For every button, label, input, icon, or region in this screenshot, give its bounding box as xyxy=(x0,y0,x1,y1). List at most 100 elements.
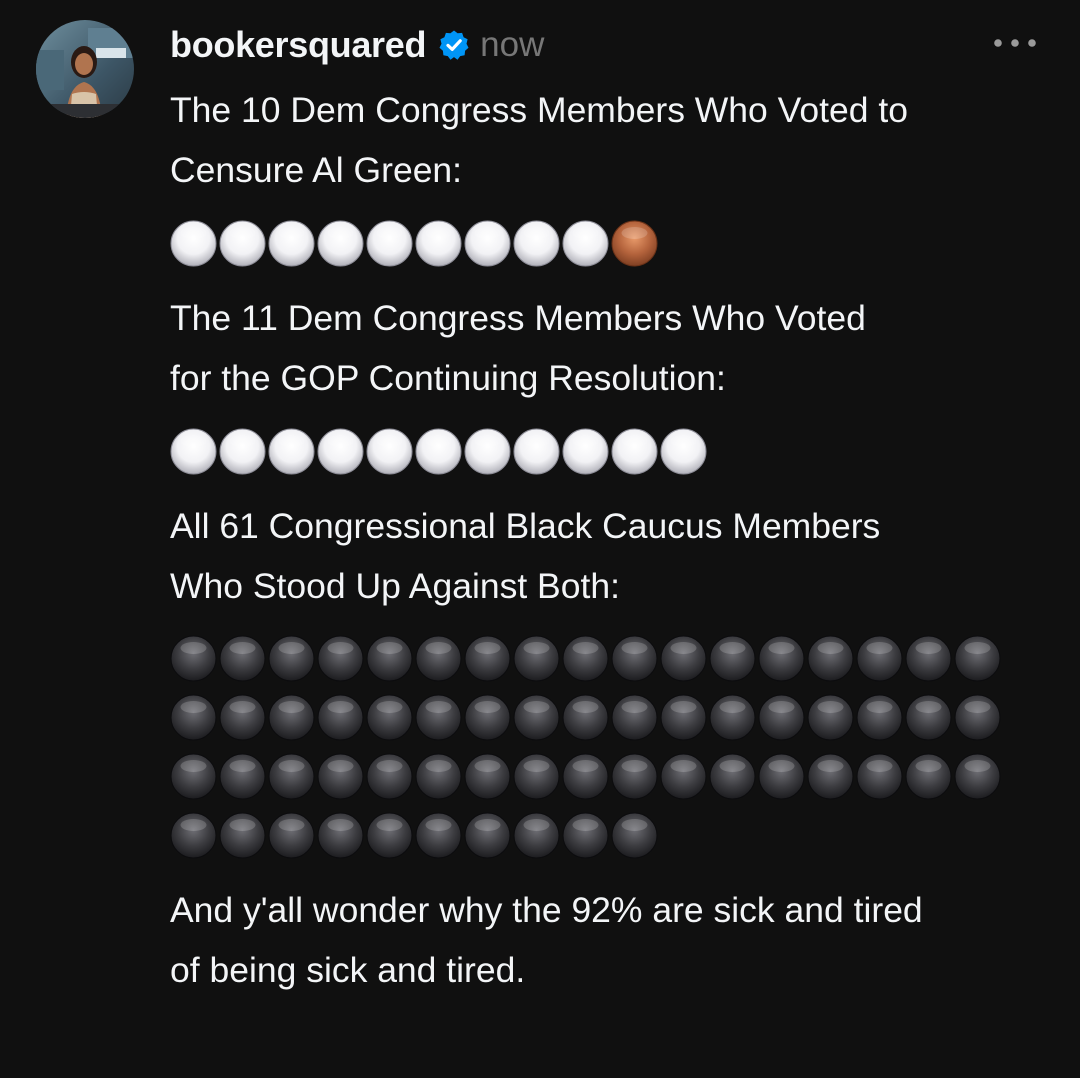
black-circle-emoji xyxy=(219,753,266,800)
white-circle-emoji xyxy=(219,428,266,475)
white-circle-emoji xyxy=(268,220,315,267)
emoji-grid-cbc xyxy=(170,634,1050,860)
black-circle-emoji xyxy=(611,753,658,800)
black-circle-emoji xyxy=(611,635,658,682)
black-circle-emoji xyxy=(366,694,413,741)
black-circle-emoji xyxy=(170,812,217,859)
black-circle-emoji xyxy=(660,753,707,800)
black-circle-emoji xyxy=(562,753,609,800)
black-circle-emoji xyxy=(905,753,952,800)
post-text-paragraph-3: All 61 Congressional Black Caucus Member… xyxy=(170,506,881,606)
black-circle-emoji xyxy=(758,753,805,800)
black-circle-emoji xyxy=(758,635,805,682)
emoji-row-censure xyxy=(170,219,1050,268)
black-circle-emoji xyxy=(513,694,560,741)
black-circle-emoji xyxy=(709,694,756,741)
emoji-row-cbc xyxy=(170,811,1050,860)
white-circle-emoji xyxy=(660,428,707,475)
white-circle-emoji xyxy=(464,220,511,267)
white-circle-emoji xyxy=(415,428,462,475)
white-circle-emoji xyxy=(562,428,609,475)
black-circle-emoji xyxy=(366,635,413,682)
post-header: bookersquared now xyxy=(170,18,544,72)
black-circle-emoji xyxy=(317,753,364,800)
black-circle-emoji xyxy=(170,694,217,741)
white-circle-emoji xyxy=(562,220,609,267)
black-circle-emoji xyxy=(660,694,707,741)
emoji-row-cbc xyxy=(170,634,1050,683)
black-circle-emoji xyxy=(807,753,854,800)
black-circle-emoji xyxy=(170,753,217,800)
white-circle-emoji xyxy=(170,428,217,475)
black-circle-emoji xyxy=(562,694,609,741)
black-circle-emoji xyxy=(513,635,560,682)
post-text-paragraph-1: The 10 Dem Congress Members Who Voted to… xyxy=(170,90,908,190)
author-avatar[interactable] xyxy=(36,20,134,118)
black-circle-emoji xyxy=(366,753,413,800)
black-circle-emoji xyxy=(464,753,511,800)
white-circle-emoji xyxy=(317,220,364,267)
black-circle-emoji xyxy=(954,635,1001,682)
white-circle-emoji xyxy=(513,428,560,475)
black-circle-emoji xyxy=(415,694,462,741)
black-circle-emoji xyxy=(268,635,315,682)
black-circle-emoji xyxy=(807,694,854,741)
black-circle-emoji xyxy=(219,635,266,682)
black-circle-emoji xyxy=(513,812,560,859)
black-circle-emoji xyxy=(464,635,511,682)
post-text-paragraph-2: The 11 Dem Congress Members Who Voted fo… xyxy=(170,298,866,398)
black-circle-emoji xyxy=(562,635,609,682)
black-circle-emoji xyxy=(758,694,805,741)
white-circle-emoji xyxy=(317,428,364,475)
black-circle-emoji xyxy=(268,694,315,741)
white-circle-emoji xyxy=(366,428,413,475)
author-username[interactable]: bookersquared xyxy=(170,24,426,66)
black-circle-emoji xyxy=(513,753,560,800)
black-circle-emoji xyxy=(219,812,266,859)
black-circle-emoji xyxy=(219,694,266,741)
black-circle-emoji xyxy=(415,635,462,682)
black-circle-emoji xyxy=(415,812,462,859)
white-circle-emoji xyxy=(170,220,217,267)
black-circle-emoji xyxy=(464,694,511,741)
black-circle-emoji xyxy=(366,812,413,859)
black-circle-emoji xyxy=(415,753,462,800)
emoji-row-cbc xyxy=(170,693,1050,742)
post-text-paragraph-4: And y'all wonder why the 92% are sick an… xyxy=(170,890,923,990)
black-circle-emoji xyxy=(170,635,217,682)
post-body: The 10 Dem Congress Members Who Voted to… xyxy=(170,80,1050,1000)
thread-post: bookersquared now The 10 Dem Congress Me… xyxy=(0,0,1080,1078)
black-circle-emoji xyxy=(905,635,952,682)
black-circle-emoji xyxy=(464,812,511,859)
emoji-row-gop-cr xyxy=(170,427,1050,476)
black-circle-emoji xyxy=(856,753,903,800)
black-circle-emoji xyxy=(317,694,364,741)
black-circle-emoji xyxy=(611,812,658,859)
black-circle-emoji xyxy=(807,635,854,682)
black-circle-emoji xyxy=(562,812,609,859)
white-circle-emoji xyxy=(513,220,560,267)
black-circle-emoji xyxy=(709,635,756,682)
brown-circle-emoji xyxy=(611,220,658,267)
white-circle-emoji xyxy=(268,428,315,475)
black-circle-emoji xyxy=(317,635,364,682)
black-circle-emoji xyxy=(856,635,903,682)
verified-badge-icon xyxy=(438,29,470,61)
black-circle-emoji xyxy=(317,812,364,859)
post-timestamp: now xyxy=(480,25,545,64)
black-circle-emoji xyxy=(660,635,707,682)
black-circle-emoji xyxy=(709,753,756,800)
black-circle-emoji xyxy=(268,753,315,800)
black-circle-emoji xyxy=(611,694,658,741)
more-options-icon[interactable] xyxy=(990,28,1040,58)
white-circle-emoji xyxy=(366,220,413,267)
white-circle-emoji xyxy=(415,220,462,267)
white-circle-emoji xyxy=(611,428,658,475)
black-circle-emoji xyxy=(905,694,952,741)
black-circle-emoji xyxy=(268,812,315,859)
black-circle-emoji xyxy=(954,753,1001,800)
white-circle-emoji xyxy=(219,220,266,267)
white-circle-emoji xyxy=(464,428,511,475)
emoji-row-cbc xyxy=(170,752,1050,801)
black-circle-emoji xyxy=(954,694,1001,741)
